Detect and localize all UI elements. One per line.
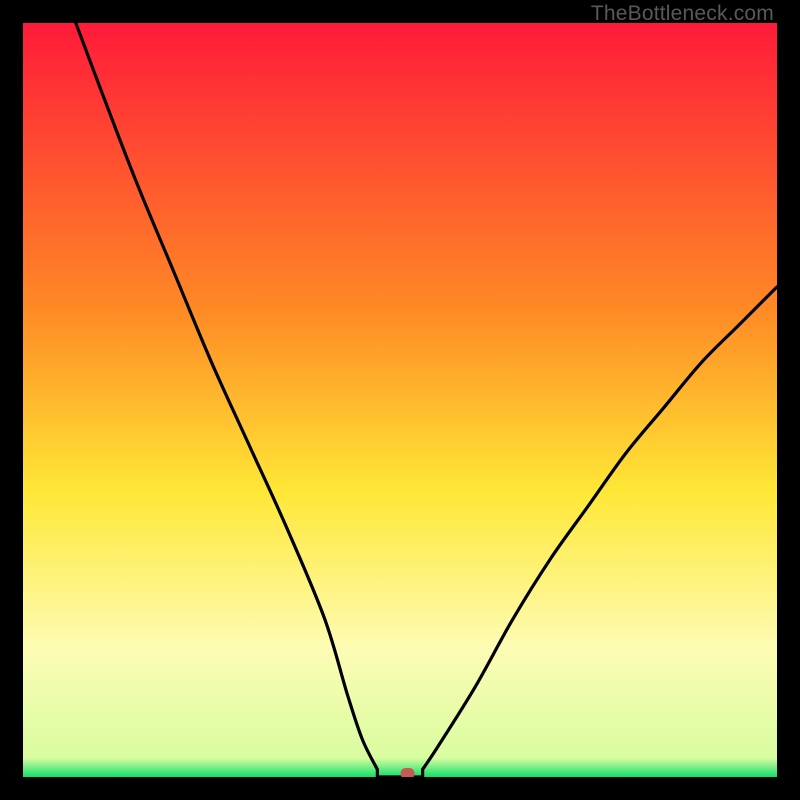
bottleneck-plot	[23, 23, 777, 777]
gradient-background	[23, 23, 777, 777]
watermark-text: TheBottleneck.com	[591, 2, 774, 26]
optimal-point-marker	[401, 768, 415, 777]
chart-frame	[23, 23, 777, 777]
